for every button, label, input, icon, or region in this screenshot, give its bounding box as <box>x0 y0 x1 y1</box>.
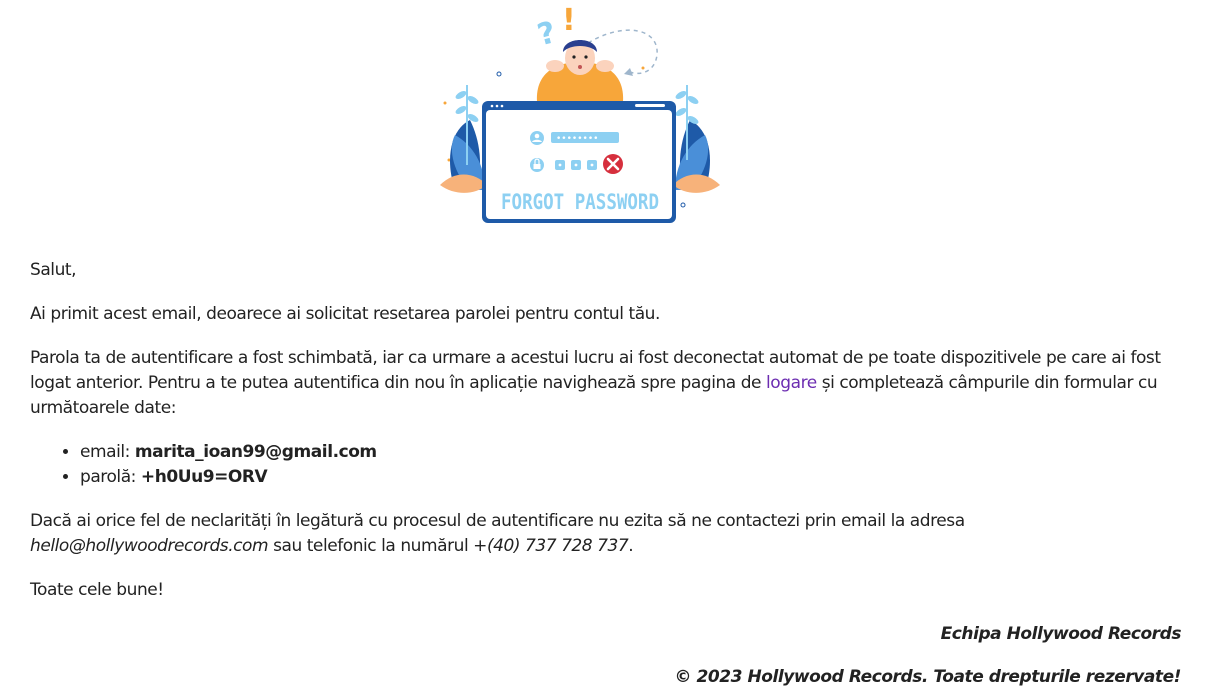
contact-paragraph: Dacă ai orice fel de neclarități în legă… <box>30 509 1182 559</box>
email-label: email: <box>80 442 135 462</box>
intro-paragraph: Ai primit acest email, deoarece ai solic… <box>30 304 660 324</box>
password-label: parolă: <box>80 467 141 487</box>
question-mark: ? <box>534 15 560 53</box>
exclamation-mark: ! <box>562 3 576 38</box>
password-changed-paragraph: Parola ta de autentificare a fost schimb… <box>30 346 1182 421</box>
login-link[interactable]: logare <box>766 373 817 393</box>
contact-text: Dacă ai orice fel de neclarități în legă… <box>30 511 965 531</box>
email-body: Salut, Ai primit acest email, deoarece a… <box>30 258 1182 622</box>
forgot-password-illustration: ? ! •••••••• FORGOT PASSWORD <box>425 0 735 240</box>
svg-text:••••••••: •••••••• <box>556 134 598 144</box>
contact-text-end: . <box>628 536 634 556</box>
list-item-email: email: marita_ioan99@gmail.com <box>80 440 1182 465</box>
contact-email: hello@hollywoodrecords.com <box>30 536 269 556</box>
email-value: marita_ioan99@gmail.com <box>134 442 377 462</box>
credentials-list: email: marita_ioan99@gmail.com parolă: +… <box>30 440 1182 490</box>
list-item-password: parolă: +h0Uu9=ORV <box>80 465 1182 490</box>
password-value: +h0Uu9=ORV <box>140 467 268 487</box>
contact-phone: +(40) 737 728 737 <box>473 536 629 556</box>
signature: Echipa Hollywood Records <box>940 624 1182 644</box>
copyright-footer: © 2023 Hollywood Records. Toate drepturi… <box>674 667 1182 687</box>
contact-text-middle: sau telefonic la numărul <box>268 536 474 556</box>
closing: Toate cele bune! <box>30 580 164 600</box>
forgot-password-caption: FORGOT PASSWORD <box>501 190 659 214</box>
greeting: Salut, <box>30 260 77 280</box>
